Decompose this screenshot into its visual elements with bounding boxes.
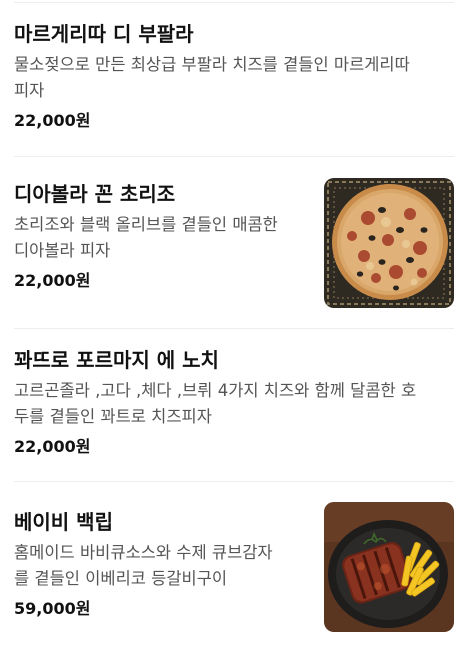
menu-item-text: 베이비 백립 홈메이드 바비큐소스와 수제 큐브감자 를 곁들인 이베리코 등갈… [14,508,273,620]
menu-list: 마르게리따 디 부팔라 물소젖으로 만든 최상급 부팔라 치즈를 곁들인 마르게… [0,0,460,647]
menu-item-price: 22,000원 [14,271,91,290]
ribs-image [324,502,454,632]
menu-item-name: 베이비 백립 [14,510,113,534]
menu-item-desc-line: 홈메이드 바비큐소스와 수제 큐브감자 [14,543,273,562]
pizza-photo[interactable] [324,178,454,308]
menu-item-baby-back-ribs[interactable]: 베이비 백립 홈메이드 바비큐소스와 수제 큐브감자 를 곁들인 이베리코 등갈… [0,502,460,640]
menu-item-desc-line: 피자 [14,81,45,100]
menu-item-text: 디아볼라 꼰 초리조 초리조와 블랙 올리브를 곁들인 매콤한 디아볼라 피자 … [14,180,278,292]
menu-item-name: 마르게리따 디 부팔라 [14,22,194,46]
menu-item-description: 초리조와 블랙 올리브를 곁들인 매콤한 디아볼라 피자 [14,212,278,264]
menu-item-desc-line: 디아볼라 피자 [14,241,111,260]
menu-item-diavola[interactable]: 디아볼라 꼰 초리조 초리조와 블랙 올리브를 곁들인 매콤한 디아볼라 피자 … [0,178,460,312]
menu-item-text: 꽈뜨로 포르마지 에 노치 고르곤졸라 ,고다 ,체다 ,브뤼 4가지 치즈와 … [14,346,416,458]
menu-item-desc-line: 초리조와 블랙 올리브를 곁들인 매콤한 [14,215,278,234]
menu-item-price: 22,000원 [14,111,91,130]
menu-item-quattro-formaggi[interactable]: 꽈뜨로 포르마지 에 노치 고르곤졸라 ,고다 ,체다 ,브뤼 4가지 치즈와 … [0,346,460,476]
divider [14,328,454,329]
menu-item-desc-line: 두를 곁들인 꽈트로 치즈피자 [14,407,212,426]
menu-item-description: 고르곤졸라 ,고다 ,체다 ,브뤼 4가지 치즈와 함께 달콤한 호 두를 곁들… [14,378,416,430]
menu-item-description: 물소젖으로 만든 최상급 부팔라 치즈를 곁들인 마르게리따 피자 [14,52,410,104]
ribs-photo[interactable] [324,502,454,632]
divider [14,156,454,157]
menu-item-margherita[interactable]: 마르게리따 디 부팔라 물소젖으로 만든 최상급 부팔라 치즈를 곁들인 마르게… [0,20,460,150]
menu-item-name: 디아볼라 꼰 초리조 [14,182,176,206]
pizza-image [324,178,454,308]
menu-item-description: 홈메이드 바비큐소스와 수제 큐브감자 를 곁들인 이베리코 등갈비구이 [14,540,273,592]
menu-item-desc-line: 를 곁들인 이베리코 등갈비구이 [14,569,228,588]
menu-item-price: 22,000원 [14,437,91,456]
menu-item-price: 59,000원 [14,599,91,618]
menu-item-text: 마르게리따 디 부팔라 물소젖으로 만든 최상급 부팔라 치즈를 곁들인 마르게… [14,20,410,132]
divider [14,481,454,482]
menu-item-desc-line: 물소젖으로 만든 최상급 부팔라 치즈를 곁들인 마르게리따 [14,55,410,74]
menu-item-desc-line: 고르곤졸라 ,고다 ,체다 ,브뤼 4가지 치즈와 함께 달콤한 호 [14,381,417,400]
divider [14,2,454,3]
menu-item-name: 꽈뜨로 포르마지 에 노치 [14,348,219,372]
